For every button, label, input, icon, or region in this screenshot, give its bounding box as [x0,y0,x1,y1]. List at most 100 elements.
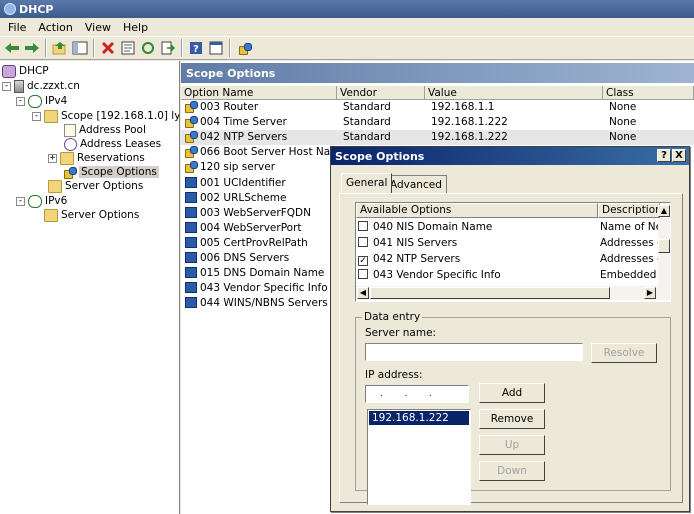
horizontal-scroll-thumb[interactable] [370,287,610,299]
menu-view[interactable]: View [81,21,119,34]
option-name-cell: 120 sip server [181,160,275,175]
add-button[interactable]: Add [479,383,545,403]
option-icon [185,146,198,159]
option-name-cell: 003 WebServerFQDN [181,206,311,221]
tree-node-address-pool[interactable]: Address Pool [64,123,146,137]
option-name-cell: 001 UCIdentifier [181,176,286,191]
table-row[interactable]: 004 Time Server Standard 192.168.1.222 None [181,115,694,130]
remove-button[interactable]: Remove [479,409,545,429]
ip-address-input[interactable]: . . . [365,385,469,403]
available-options-list[interactable]: Available Options Description ▲ 040 NIS … [355,202,671,302]
column-value[interactable]: Value [425,86,603,100]
properties-icon[interactable] [119,39,137,57]
refresh-icon[interactable] [139,39,157,57]
column-available-options[interactable]: Available Options [356,203,598,218]
ip-list-item[interactable]: 192.168.1.222 [369,411,469,425]
tab-advanced[interactable]: Advanced [385,175,447,193]
server-options-icon [48,179,62,193]
column-description[interactable]: Description [598,203,660,218]
close-button[interactable]: X [672,149,686,162]
down-button[interactable]: Down [479,461,545,481]
option-label: 041 NIS Servers [373,237,458,249]
tab-general[interactable]: General [341,173,393,193]
toolbar-separator [229,39,231,57]
tree-node-ipv4[interactable]: - IPv4 [16,94,67,108]
options-icon[interactable] [235,39,253,57]
menu-action[interactable]: Action [34,21,80,34]
address-leases-icon [64,137,77,151]
ipv4-icon [28,94,42,108]
menu-help[interactable]: Help [119,21,156,34]
checkbox[interactable] [358,237,368,247]
column-option-name[interactable]: Option Name [181,86,337,100]
option-value-cell: 192.168.1.1 [431,101,495,113]
tree-node-dhcp[interactable]: DHCP [2,64,49,78]
option-name-cell: 004 Time Server [181,115,287,130]
table-row[interactable]: 003 Router Standard 192.168.1.1 None [181,100,694,115]
up-button[interactable]: Up [479,435,545,455]
option-name-cell: 015 DNS Domain Name [181,266,324,281]
option-name: 120 sip server [200,161,276,174]
delete-icon[interactable] [99,39,117,57]
option-icon [185,176,197,188]
list-item[interactable]: 041 NIS Servers Addresses c [358,236,663,251]
column-class[interactable]: Class [603,86,694,100]
option-name: 042 NTP Servers [200,131,288,144]
option-name-cell: 043 Vendor Specific Info [181,281,328,296]
forward-icon[interactable] [23,39,41,57]
tree-node-scope-options[interactable]: Scope Options [64,165,159,179]
show-hide-tree-icon[interactable] [71,39,89,57]
list-item[interactable]: 043 Vendor Specific Info Embedded v [358,268,666,283]
tree-node-server[interactable]: - dc.zzxt.cn [2,79,80,93]
tree-node-server-options-v4[interactable]: Server Options [48,179,143,193]
option-name: 001 UCIdentifier [200,176,286,189]
tree-node-server-options-v6[interactable]: Server Options [44,208,139,222]
checkbox-checked[interactable]: ✓ [358,256,368,266]
expand-icon[interactable]: + [48,153,57,163]
export-icon[interactable] [159,39,177,57]
tree-node-address-leases[interactable]: Address Leases [64,137,161,151]
option-description: Addresses c [600,253,663,265]
option-name-cell: 005 CertProvRelPath [181,236,308,251]
scroll-left-icon[interactable]: ◀ [357,287,369,299]
toolbar-separator [93,39,95,57]
scroll-up-icon[interactable]: ▲ [658,205,670,217]
up-icon[interactable] [51,39,69,57]
option-icon [185,297,197,309]
column-headers: Option Name Vendor Value Class [181,86,694,100]
option-icon [185,267,197,279]
option-value-cell: 192.168.1.222 [431,116,508,129]
option-name: 003 WebServerFQDN [200,206,311,219]
checkbox[interactable] [358,221,368,231]
option-icon [185,161,198,174]
scope-options-icon [64,166,77,179]
help-button[interactable]: ? [657,149,671,162]
dialog-title: Scope Options [335,149,425,163]
table-row[interactable]: 042 NTP Servers Standard 192.168.1.222 None [181,130,694,146]
checkbox[interactable] [358,269,368,279]
tree-node-reservations[interactable]: + Reservations [48,151,145,165]
tree-node-ipv6[interactable]: - IPv6 [16,194,67,208]
option-name: 004 WebServerPort [200,221,302,234]
collapse-icon[interactable]: - [16,96,25,106]
toolbar-separator [181,39,183,57]
help-icon[interactable]: ? [187,39,205,57]
resolve-button[interactable]: Resolve [591,343,657,363]
back-icon[interactable] [3,39,21,57]
collapse-icon[interactable]: - [32,111,41,121]
collapse-icon[interactable]: - [2,81,11,91]
column-vendor[interactable]: Vendor [337,86,425,100]
list-item[interactable]: ✓ 042 NTP Servers Addresses c [358,252,663,267]
menu-file[interactable]: File [4,21,34,34]
dhcp-app-icon [4,3,16,15]
server-name-input[interactable] [365,343,583,361]
scroll-right-icon[interactable]: ▶ [644,287,656,299]
vertical-scroll-thumb[interactable] [658,239,670,253]
collapse-icon[interactable]: - [16,196,25,206]
tree-node-scope[interactable]: - Scope [192.168.1.0] lync [32,109,179,123]
console-icon[interactable] [207,39,225,57]
ip-address-list[interactable]: 192.168.1.222 [367,409,471,505]
option-description: Name of Ne [600,221,663,233]
option-icon [185,101,198,113]
list-item[interactable]: 040 NIS Domain Name Name of Ne [358,220,662,235]
